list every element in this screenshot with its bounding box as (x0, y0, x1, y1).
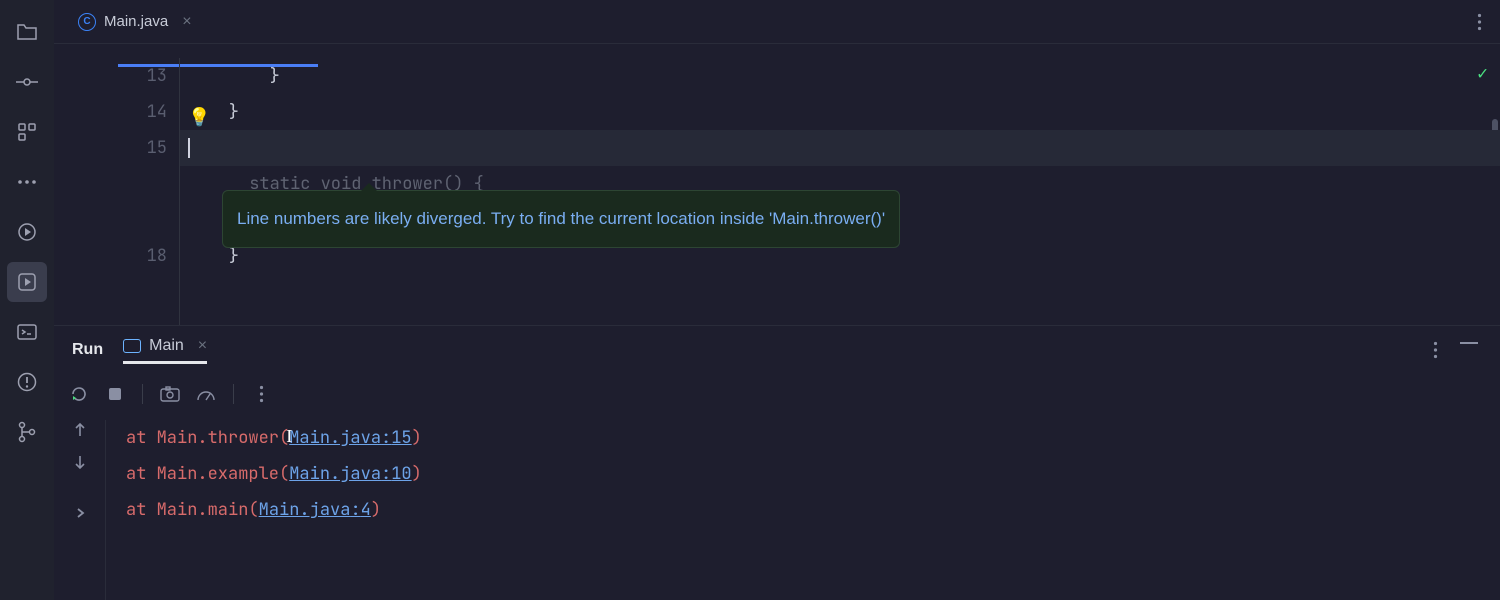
rerun-icon[interactable] (68, 383, 90, 405)
stack-trace-line: at Main.thrower(Main.java:15) (126, 420, 422, 456)
toolbar-more-icon[interactable] (250, 383, 272, 405)
commit-icon[interactable] (7, 62, 47, 102)
run-config-label: Main (149, 337, 184, 355)
code-area[interactable]: 💡 } } static void thrower() { } Line num… (179, 58, 1500, 325)
terminal-icon[interactable] (7, 312, 47, 352)
stop-icon[interactable] (104, 383, 126, 405)
separator (142, 384, 143, 404)
separator (233, 384, 234, 404)
stack-trace-link[interactable]: Main.java:4 (259, 499, 371, 521)
run-toolbar (54, 374, 1500, 414)
gauge-icon[interactable] (195, 383, 217, 405)
code-line: } (188, 94, 1500, 130)
java-class-icon: C (78, 13, 96, 31)
run-panel-title: Run (72, 341, 103, 359)
line-number (54, 202, 167, 238)
console-output: at Main.thrower(Main.java:15) at Main.ex… (106, 420, 422, 600)
close-icon[interactable]: × (198, 337, 207, 355)
stack-trace-line: at Main.example(Main.java:10) (126, 456, 422, 492)
caret (188, 138, 190, 158)
hint-tooltip: Line numbers are likely diverged. Try to… (222, 190, 900, 248)
code-line: } (188, 58, 1500, 94)
git-icon[interactable] (7, 412, 47, 452)
line-number: 15 (54, 130, 167, 166)
more-horizontal-icon[interactable] (7, 162, 47, 202)
line-number: 13 (54, 58, 167, 94)
stack-trace-line: at Main.main(Main.java:4) (126, 492, 422, 528)
run-config-tab[interactable]: Main × (123, 337, 207, 364)
expand-icon[interactable] (75, 506, 85, 520)
panel-more-icon[interactable] (1433, 341, 1438, 359)
code-editor[interactable]: ✓ 13 14 15 18 💡 } } static void thrower(… (54, 44, 1500, 325)
run-tool-icon[interactable] (7, 262, 47, 302)
application-icon (123, 339, 141, 353)
camera-icon[interactable] (159, 383, 181, 405)
editor-tabbar: C Main.java × (54, 0, 1500, 44)
run-panel: Run Main × (54, 325, 1500, 600)
code-line-current (180, 130, 1500, 166)
project-icon[interactable] (7, 12, 47, 52)
scroll-down-icon[interactable] (73, 454, 87, 470)
run-panel-tabs: Run Main × (54, 326, 1500, 374)
console-gutter (54, 420, 106, 600)
editor-tab-main[interactable]: C Main.java × (66, 0, 204, 43)
line-number (54, 166, 167, 202)
services-icon[interactable] (7, 212, 47, 252)
intention-bulb-icon[interactable]: 💡 (188, 100, 210, 136)
structure-icon[interactable] (7, 112, 47, 152)
left-tool-rail (0, 0, 54, 600)
close-icon[interactable]: × (182, 13, 191, 31)
console[interactable]: at Main.thrower(Main.java:15) at Main.ex… (54, 414, 1500, 600)
minimize-icon[interactable] (1460, 341, 1478, 359)
editor-tab-label: Main.java (104, 13, 168, 30)
stack-trace-link[interactable]: Main.java:10 (289, 463, 411, 485)
stack-trace-link[interactable]: Main.java:15 (289, 420, 411, 456)
line-number: 14 (54, 94, 167, 130)
line-number: 18 (54, 238, 167, 274)
line-gutter: 13 14 15 18 (54, 58, 179, 325)
scroll-up-icon[interactable] (73, 422, 87, 438)
tabbar-more-icon[interactable] (1477, 13, 1500, 31)
main-column: C Main.java × ✓ 13 14 15 18 💡 } } static… (54, 0, 1500, 600)
problems-icon[interactable] (7, 362, 47, 402)
